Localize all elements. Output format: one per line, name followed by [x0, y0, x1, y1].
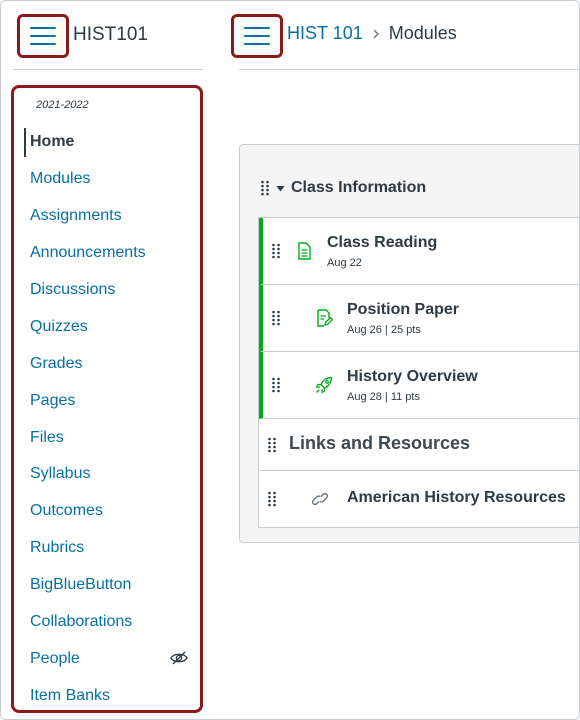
hamburger-icon [30, 27, 56, 45]
nav-item-assignments[interactable]: Assignments [14, 198, 200, 235]
module-subheader: Links and Resources [259, 419, 579, 471]
nav-item-modules[interactable]: Modules [14, 161, 200, 198]
nav-item-people[interactable]: People [14, 640, 200, 677]
course-nav-toggle-button[interactable] [17, 14, 69, 58]
global-nav-toggle-button[interactable] [231, 14, 283, 58]
term-label: 2021-2022 [36, 99, 89, 111]
nav-item-discussions[interactable]: Discussions [14, 272, 200, 309]
nav-item-files[interactable]: Files [14, 419, 200, 456]
quiz-rocket-icon [315, 376, 333, 394]
module-item[interactable]: Position Paper Aug 26 | 25 pts [259, 285, 579, 352]
nav-item-announcements[interactable]: Announcements [14, 235, 200, 272]
divider [13, 69, 203, 70]
module-item-meta: Aug 26 | 25 pts [347, 324, 421, 336]
nav-item-label: People [30, 649, 80, 667]
module-header[interactable]: Class Information [260, 179, 426, 197]
drag-handle-icon[interactable] [260, 180, 270, 196]
nav-item-rubrics[interactable]: Rubrics [14, 530, 200, 567]
divider [239, 69, 579, 70]
course-code: HIST101 [73, 24, 148, 45]
module-item-title[interactable]: American History Resources [347, 489, 566, 507]
app-window: HIST101 2021-2022 Home Modules Assignmen… [0, 0, 580, 720]
nav-item-home[interactable]: Home [14, 124, 200, 161]
module-item-title[interactable]: History Overview [347, 368, 478, 386]
eye-slash-icon [170, 652, 188, 665]
nav-item-syllabus[interactable]: Syllabus [14, 456, 200, 493]
module-items: Class Reading Aug 22 Position Paper Aug … [258, 217, 579, 528]
drag-handle-icon[interactable] [271, 310, 281, 326]
module-item-meta: Aug 22 [327, 257, 362, 269]
module-item-meta: Aug 28 | 11 pts [347, 391, 420, 403]
breadcrumb-current: Modules [388, 23, 457, 43]
course-navigation: 2021-2022 Home Modules Assignments Annou… [11, 85, 203, 713]
module-title: Class Information [291, 179, 427, 196]
nav-item-bigbluebutton[interactable]: BigBlueButton [14, 567, 200, 604]
drag-handle-icon[interactable] [271, 377, 281, 393]
nav-item-item-banks[interactable]: Item Banks [14, 677, 200, 714]
module-subheader-title: Links and Resources [289, 433, 471, 453]
nav-item-quizzes[interactable]: Quizzes [14, 308, 200, 345]
link-icon [311, 492, 329, 506]
nav-item-grades[interactable]: Grades [14, 345, 200, 382]
drag-handle-icon[interactable] [271, 243, 281, 259]
nav-item-collaborations[interactable]: Collaborations [14, 604, 200, 641]
module-item[interactable]: American History Resources [259, 471, 579, 527]
module-panel: Class Information Class Reading Aug 22 P… [239, 144, 579, 543]
nav-item-pages[interactable]: Pages [14, 382, 200, 419]
nav-item-outcomes[interactable]: Outcomes [14, 493, 200, 530]
module-item[interactable]: History Overview Aug 28 | 11 pts [259, 352, 579, 419]
chevron-right-icon [373, 29, 379, 38]
breadcrumb: HIST 101 Modules [287, 23, 457, 44]
breadcrumb-course-link[interactable]: HIST 101 [287, 23, 363, 44]
hamburger-icon [244, 27, 270, 45]
module-item-title[interactable]: Position Paper [347, 301, 459, 319]
drag-handle-icon[interactable] [267, 491, 277, 507]
page-icon [298, 242, 311, 260]
caret-down-icon[interactable] [276, 184, 285, 193]
course-nav-list: Home Modules Assignments Announcements D… [14, 124, 200, 714]
assignment-icon [317, 309, 333, 327]
module-item[interactable]: Class Reading Aug 22 [259, 218, 579, 285]
module-item-title[interactable]: Class Reading [327, 234, 437, 252]
drag-handle-icon[interactable] [267, 437, 277, 453]
